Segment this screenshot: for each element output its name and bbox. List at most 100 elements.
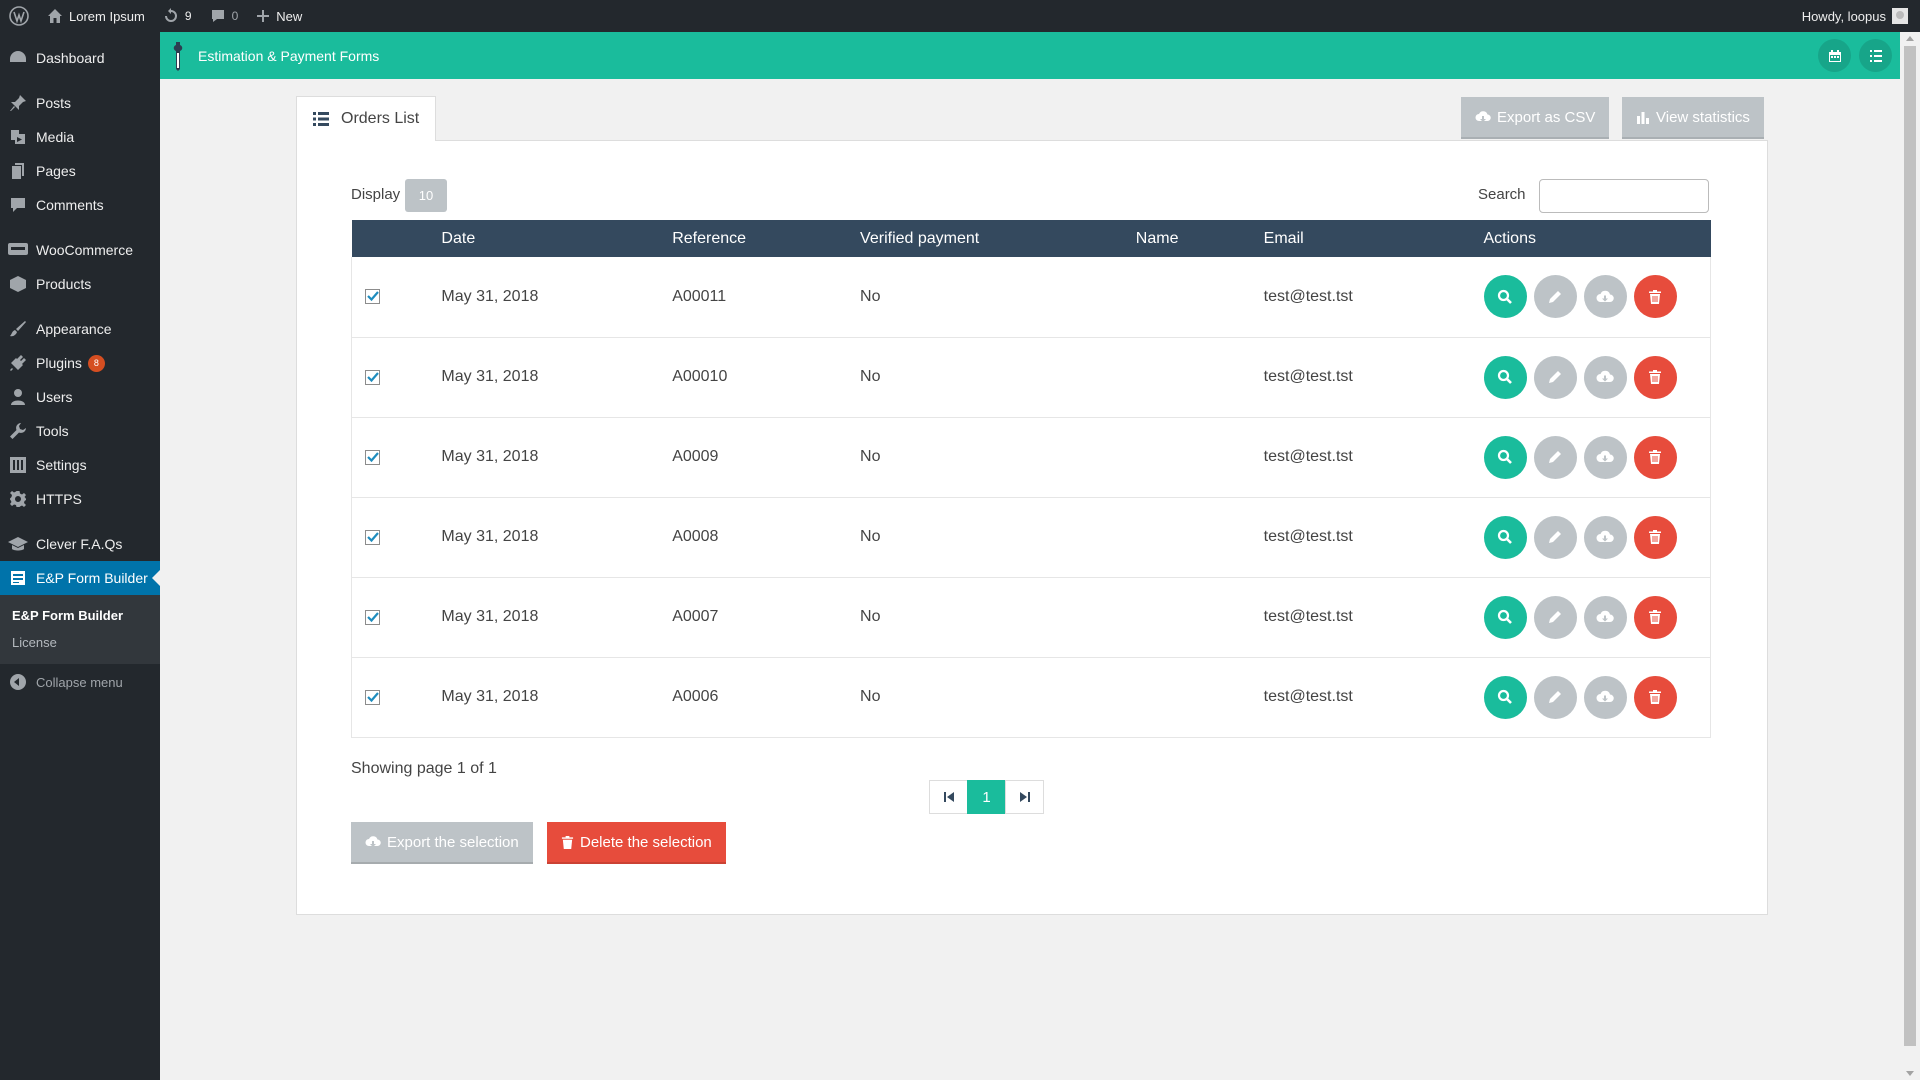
delete-selection-button[interactable]: Delete the selection — [547, 822, 726, 864]
row-checkbox[interactable] — [365, 369, 380, 385]
export-csv-button[interactable]: Export as CSV — [1461, 97, 1610, 139]
collapse-menu-button[interactable]: Collapse menu — [0, 664, 160, 690]
cloud-download-icon — [1596, 530, 1614, 542]
display-label: Display — [351, 186, 401, 203]
checkmark-icon — [367, 691, 379, 702]
search-input[interactable] — [1539, 179, 1709, 213]
edit-order-button[interactable] — [1533, 595, 1577, 639]
table-row: May 31, 2018 A00011 No test@test.tst — [351, 257, 1711, 337]
menu-item-products[interactable]: Products — [0, 267, 160, 301]
howdy-text: Howdy, loopus — [1801, 8, 1886, 24]
menu-item-settings[interactable]: Settings — [0, 448, 160, 482]
last-page-button[interactable] — [1005, 780, 1044, 814]
new-content-link[interactable]: New — [247, 0, 311, 32]
menu-item-posts[interactable]: Posts — [0, 86, 160, 120]
row-reference-link[interactable]: A00011 — [672, 257, 860, 337]
header-reference[interactable]: Reference — [672, 220, 860, 257]
menu-item-appearance[interactable]: Appearance — [0, 312, 160, 346]
view-order-button[interactable] — [1483, 275, 1527, 319]
comments-link[interactable]: 0 — [201, 0, 248, 32]
home-icon — [48, 9, 62, 23]
view-order-button[interactable] — [1483, 435, 1527, 479]
menu-item-users[interactable]: Users — [0, 380, 160, 414]
menu-item-clever-faqs[interactable]: Clever F.A.Qs — [0, 527, 160, 561]
display-count-select[interactable]: 10 — [405, 179, 447, 212]
view-statistics-button[interactable]: View statistics — [1622, 97, 1764, 139]
header-date[interactable]: Date — [441, 220, 672, 257]
delete-order-button[interactable] — [1633, 355, 1677, 399]
edit-order-button[interactable] — [1533, 355, 1577, 399]
delete-order-button[interactable] — [1633, 275, 1677, 319]
delete-order-button[interactable] — [1633, 515, 1677, 559]
page-1-button[interactable]: 1 — [967, 780, 1006, 814]
row-checkbox[interactable] — [365, 689, 380, 705]
row-email: test@test.tst — [1263, 448, 1353, 465]
updates-link[interactable]: 9 — [154, 0, 201, 32]
row-checkbox[interactable] — [365, 609, 380, 625]
download-order-button[interactable] — [1583, 595, 1627, 639]
menu-item-pages[interactable]: Pages — [0, 154, 160, 188]
admin-bar: Lorem Ipsum 9 0 New Howdy, loopus — [0, 0, 1920, 32]
first-page-button[interactable] — [929, 780, 968, 814]
edit-order-button[interactable] — [1533, 435, 1577, 479]
calendar-icon — [1828, 49, 1841, 62]
scroll-down-arrow-icon[interactable] — [1906, 1071, 1914, 1076]
download-order-button[interactable] — [1583, 355, 1627, 399]
menu-item-plugins[interactable]: Plugins 8 — [0, 346, 160, 380]
row-reference-link[interactable]: A0006 — [672, 657, 860, 737]
download-order-button[interactable] — [1583, 435, 1627, 479]
row-checkbox[interactable] — [365, 529, 380, 545]
delete-order-button[interactable] — [1633, 435, 1677, 479]
form-icon — [8, 568, 28, 588]
scroll-up-arrow-icon[interactable] — [1906, 36, 1914, 41]
menu-item-tools[interactable]: Tools — [0, 414, 160, 448]
download-order-button[interactable] — [1583, 515, 1627, 559]
menu-item-dashboard[interactable]: Dashboard — [0, 41, 160, 75]
header-verified-payment[interactable]: Verified payment — [860, 220, 1136, 257]
submenu-item-license[interactable]: License — [0, 629, 160, 656]
delete-selection-label: Delete the selection — [580, 833, 712, 851]
row-verified-payment: No — [860, 688, 881, 705]
row-reference-link[interactable]: A0009 — [672, 417, 860, 497]
menu-item-woocommerce[interactable]: WooCommerce — [0, 233, 160, 267]
cloud-download-icon — [1596, 290, 1614, 302]
download-order-button[interactable] — [1583, 675, 1627, 719]
menu-item-comments[interactable]: Comments — [0, 188, 160, 222]
row-checkbox[interactable] — [365, 449, 380, 465]
menu-item-https[interactable]: HTTPS — [0, 482, 160, 516]
menu-item-media[interactable]: Media — [0, 120, 160, 154]
scrollbar-thumb[interactable] — [1904, 46, 1916, 1046]
pencil-icon — [1549, 611, 1561, 623]
table-header-row: Date Reference Verified payment Name Ema… — [351, 220, 1711, 257]
download-order-button[interactable] — [1583, 275, 1627, 319]
delete-order-button[interactable] — [1633, 595, 1677, 639]
header-email[interactable]: Email — [1264, 220, 1484, 257]
menu-label-products: Products — [36, 276, 92, 292]
edit-order-button[interactable] — [1533, 675, 1577, 719]
header-name[interactable]: Name — [1136, 220, 1264, 257]
site-name-link[interactable]: Lorem Ipsum — [38, 0, 154, 32]
view-order-button[interactable] — [1483, 355, 1527, 399]
export-selection-button[interactable]: Export the selection — [351, 822, 533, 864]
row-checkbox[interactable] — [365, 289, 380, 305]
view-order-button[interactable] — [1483, 595, 1527, 639]
row-reference-link[interactable]: A0007 — [672, 577, 860, 657]
edit-order-button[interactable] — [1533, 275, 1577, 319]
search-label: Search — [1478, 186, 1526, 203]
checkmark-icon — [367, 291, 379, 302]
list-button[interactable] — [1859, 39, 1892, 72]
page-scrollbar[interactable] — [1900, 32, 1920, 1080]
edit-order-button[interactable] — [1533, 515, 1577, 559]
row-reference-link[interactable]: A00010 — [672, 337, 860, 417]
wordpress-logo-icon[interactable] — [0, 0, 38, 32]
calendar-button[interactable] — [1818, 39, 1851, 72]
my-account-link[interactable]: Howdy, loopus — [1793, 0, 1920, 32]
row-reference-link[interactable]: A0008 — [672, 497, 860, 577]
tab-orders-list[interactable]: Orders List — [296, 96, 437, 141]
delete-order-button[interactable] — [1633, 675, 1677, 719]
menu-item-ep-form-builder[interactable]: E&P Form Builder — [0, 561, 160, 595]
view-order-button[interactable] — [1483, 675, 1527, 719]
submenu-item-ep-form-builder[interactable]: E&P Form Builder — [0, 602, 160, 629]
view-order-button[interactable] — [1483, 515, 1527, 559]
updates-count: 9 — [184, 9, 192, 23]
